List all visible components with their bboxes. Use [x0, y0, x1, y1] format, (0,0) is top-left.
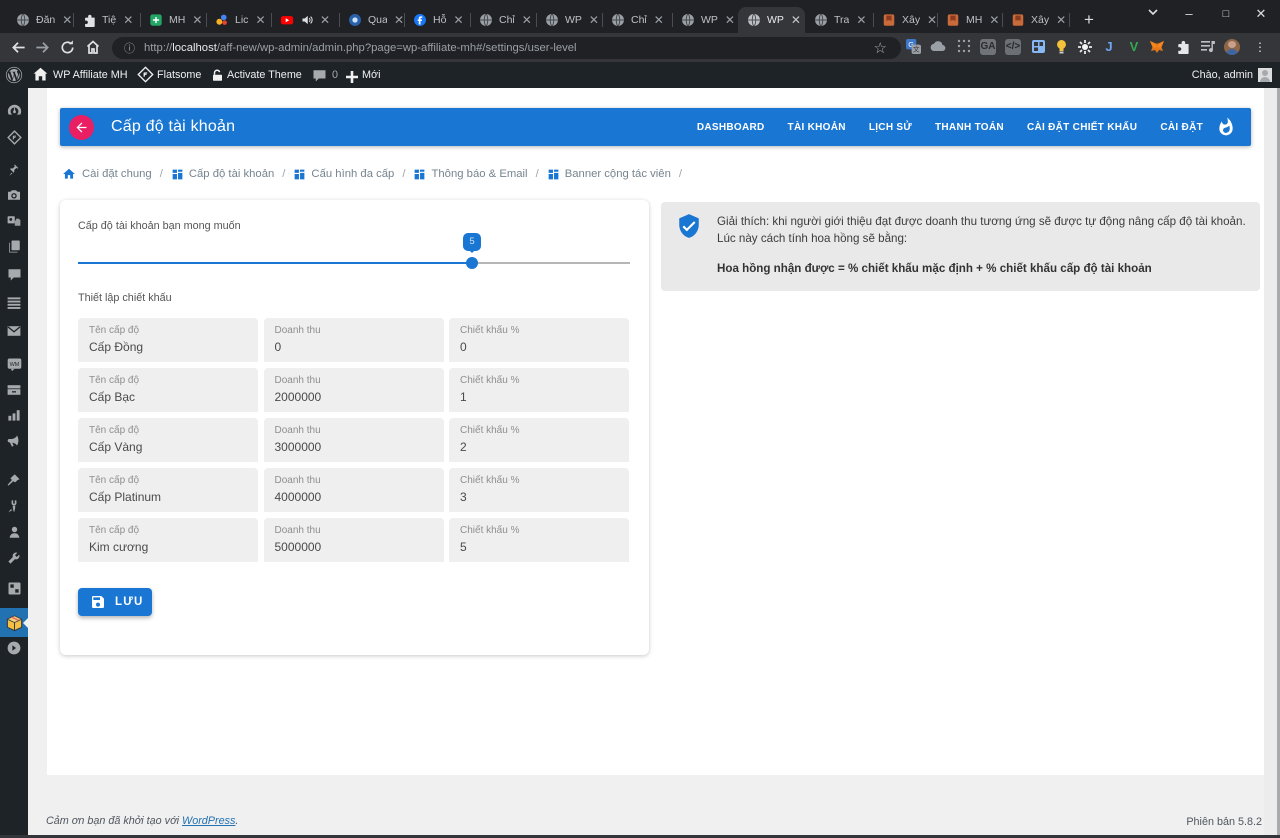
svg-text:文: 文 [913, 45, 920, 54]
svg-text:WM: WM [9, 361, 19, 367]
